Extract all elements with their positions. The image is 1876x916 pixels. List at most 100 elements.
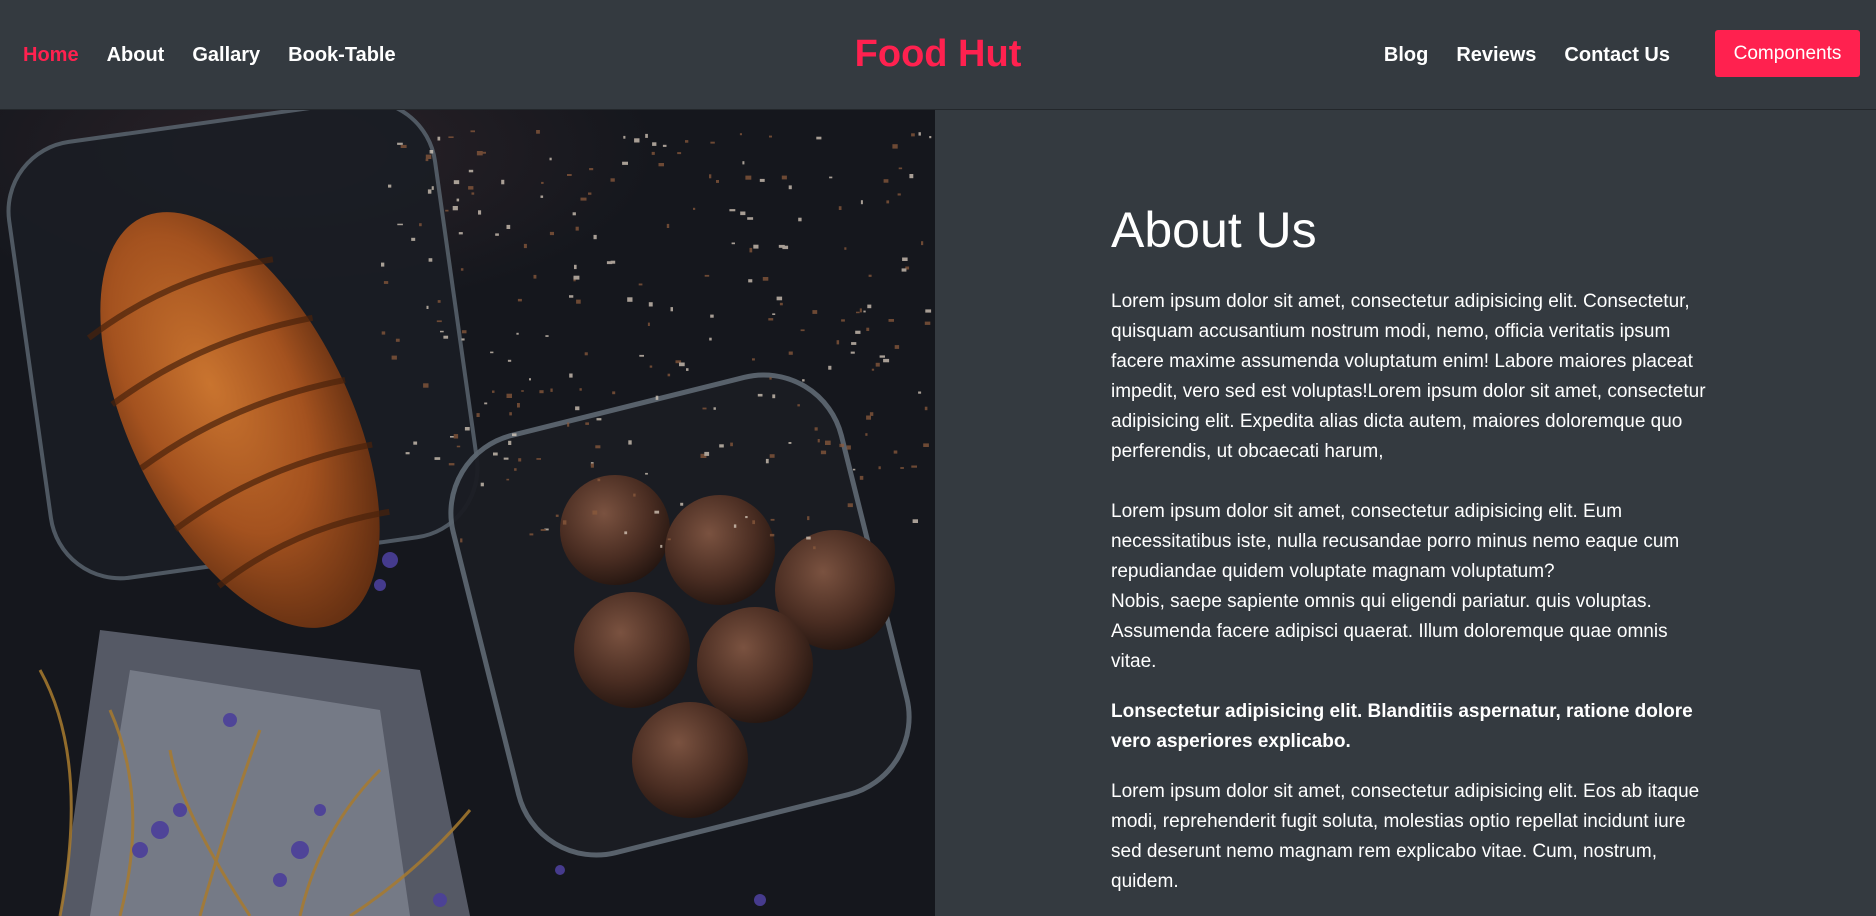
- nav-book-table-link[interactable]: Book-Table: [288, 40, 395, 70]
- nav-about-link[interactable]: About: [107, 40, 165, 70]
- crumb: [647, 322, 650, 326]
- crumb: [918, 132, 921, 136]
- crumb: [540, 195, 544, 198]
- crumb: [660, 544, 663, 548]
- crumb: [875, 362, 880, 367]
- crumb: [739, 133, 742, 136]
- crumb: [460, 538, 463, 543]
- crumb: [757, 393, 763, 397]
- crumb: [894, 345, 900, 349]
- nav-blog-link[interactable]: Blog: [1384, 40, 1428, 70]
- crumb: [667, 538, 671, 541]
- crumb: [628, 440, 632, 445]
- crumb: [575, 406, 580, 411]
- crumb: [781, 175, 787, 180]
- crumb: [597, 478, 601, 482]
- crumb: [539, 390, 544, 394]
- crumb: [453, 434, 459, 439]
- crumb: [549, 231, 554, 236]
- crumb: [506, 224, 511, 229]
- crumb: [501, 179, 505, 185]
- crumb: [693, 207, 696, 210]
- nav-reviews-link[interactable]: Reviews: [1456, 40, 1536, 70]
- crumb: [468, 169, 474, 173]
- nav-contact-link[interactable]: Contact Us: [1564, 40, 1670, 70]
- crumb: [859, 308, 862, 313]
- crumb: [610, 260, 616, 264]
- crumb: [709, 174, 712, 179]
- crumb: [888, 319, 894, 322]
- crumb: [536, 458, 541, 460]
- crumb: [762, 277, 769, 281]
- crumb: [517, 403, 520, 408]
- crumb: [567, 174, 572, 176]
- crumb: [411, 237, 416, 241]
- crumb: [514, 468, 517, 471]
- crumb: [426, 305, 429, 309]
- nav-home-link[interactable]: Home: [23, 40, 79, 70]
- crumb: [772, 313, 776, 315]
- crumb: [901, 268, 907, 272]
- crumb: [745, 175, 752, 180]
- crumb: [704, 274, 710, 277]
- components-button[interactable]: Components: [1715, 30, 1860, 77]
- crumb: [912, 519, 918, 523]
- crumb: [397, 223, 403, 226]
- crumb: [921, 241, 924, 246]
- crumb: [733, 524, 737, 528]
- crumb: [778, 244, 785, 248]
- crumb: [759, 178, 765, 182]
- crumb: [567, 422, 570, 427]
- crumb: [924, 406, 928, 411]
- crumb: [576, 299, 581, 304]
- crumb: [506, 393, 512, 398]
- crumb: [480, 482, 484, 487]
- crumb: [518, 458, 522, 462]
- crumb: [772, 394, 776, 399]
- crumb: [634, 138, 640, 143]
- crumb: [828, 365, 832, 370]
- crumb: [710, 314, 714, 318]
- nav-left-group: Home About Gallary Book-Table: [23, 40, 396, 70]
- brand-logo-text[interactable]: Food Hut: [855, 33, 1022, 75]
- crumb: [484, 402, 488, 405]
- crumb: [503, 457, 509, 460]
- crumb: [651, 151, 655, 155]
- about-section: About Us Lorem ipsum dolor sit amet, con…: [1111, 198, 1706, 897]
- crumb: [909, 174, 914, 179]
- crumb: [825, 440, 831, 445]
- crumb: [624, 531, 628, 535]
- crumb: [851, 342, 857, 345]
- crumb: [817, 439, 820, 443]
- crumb: [719, 444, 724, 448]
- crumb: [680, 502, 684, 506]
- crumb: [749, 247, 753, 253]
- crumb: [902, 257, 908, 261]
- crumb: [769, 454, 775, 458]
- crumb: [436, 320, 442, 323]
- crumb: [425, 154, 432, 159]
- crumb: [453, 180, 460, 185]
- crumb: [493, 452, 498, 456]
- nav-gallery-link[interactable]: Gallary: [192, 40, 260, 70]
- about-paragraph-1: Lorem ipsum dolor sit amet, consectetur …: [1111, 291, 1706, 462]
- crumb: [645, 472, 648, 475]
- crumb: [769, 377, 772, 380]
- crumb: [638, 283, 643, 286]
- crumb: [476, 413, 480, 417]
- crumb: [541, 181, 544, 184]
- crumb: [869, 412, 874, 416]
- crumb: [596, 418, 602, 421]
- crumb: [713, 407, 716, 410]
- crumb: [434, 457, 441, 460]
- crumb: [865, 433, 868, 436]
- crumb: [381, 331, 386, 335]
- navbar: Home About Gallary Book-Table Food Hut B…: [0, 0, 1876, 110]
- crumb: [588, 192, 592, 195]
- crumb: [747, 217, 754, 220]
- crumb: [855, 330, 861, 334]
- crumb: [448, 136, 454, 138]
- crumb: [471, 192, 475, 195]
- crumb: [798, 217, 802, 222]
- crumb: [529, 533, 534, 536]
